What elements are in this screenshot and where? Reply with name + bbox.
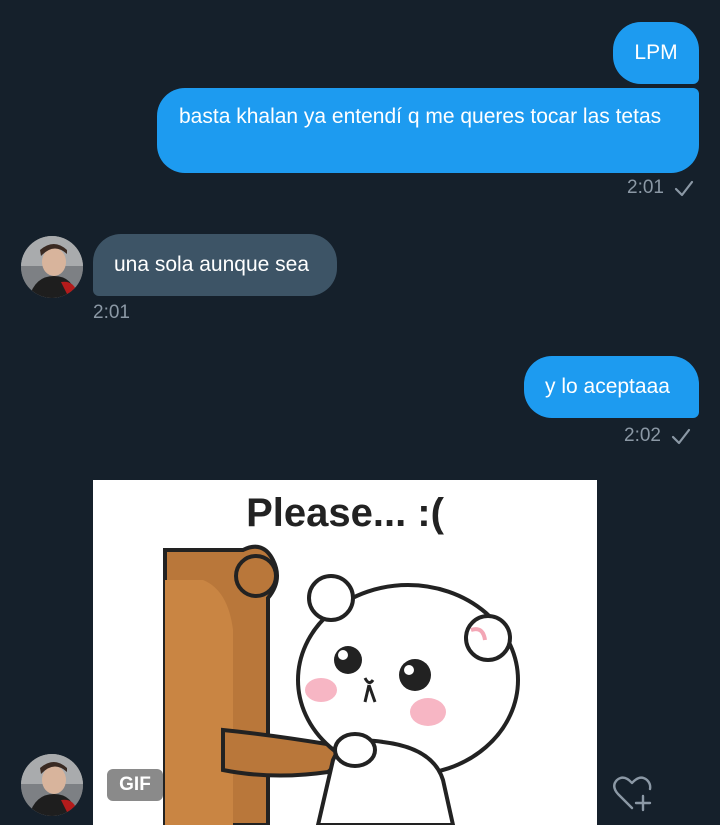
checkmark-icon — [674, 180, 694, 197]
message-timestamp: 2:01 — [93, 302, 130, 324]
message-bubble-outgoing[interactable]: y lo aceptaaa — [524, 356, 699, 418]
avatar-image — [21, 754, 83, 816]
message-text: LPM — [634, 41, 678, 64]
timestamp-text: 2:01 — [627, 177, 664, 198]
message-timestamp: 2:02 — [624, 425, 691, 447]
message-text: basta khalan ya entendí q me queres toca… — [179, 105, 662, 128]
avatar[interactable] — [21, 754, 83, 816]
timestamp-text: 2:01 — [93, 302, 130, 323]
message-bubble-outgoing[interactable]: LPM — [613, 22, 699, 84]
avatar-image — [21, 236, 83, 298]
heart-plus-icon[interactable] — [612, 774, 654, 814]
gif-message[interactable]: Please... :( — [93, 480, 597, 825]
message-bubble-incoming[interactable]: una sola aunque sea — [93, 234, 337, 296]
gif-caption: Please... :( — [246, 491, 445, 535]
checkmark-icon — [671, 428, 691, 445]
message-bubble-outgoing[interactable]: basta khalan ya entendí q me queres toca… — [157, 88, 699, 173]
gif-badge: GIF — [107, 769, 163, 801]
timestamp-text: 2:02 — [624, 425, 661, 446]
message-timestamp: 2:01 — [627, 177, 694, 199]
avatar[interactable] — [21, 236, 83, 298]
message-text: una sola aunque sea — [114, 253, 309, 276]
gif-image: Please... :( — [93, 480, 597, 825]
message-text: y lo aceptaaa — [545, 375, 670, 398]
